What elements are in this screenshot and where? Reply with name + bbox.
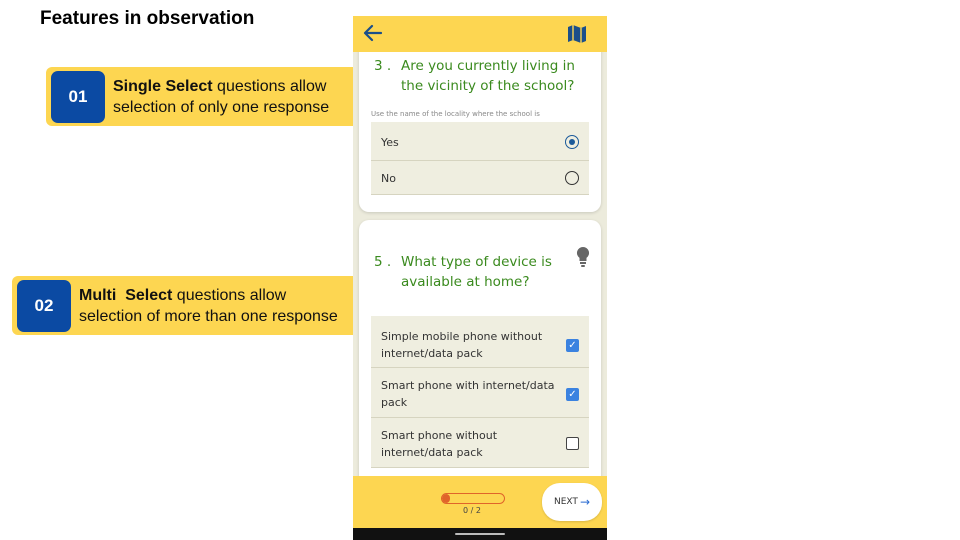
arrow-right-icon: → <box>579 495 590 509</box>
question-card-3: 3 . Are you currently living in the vici… <box>359 36 601 212</box>
option-yes[interactable]: Yes <box>371 122 589 161</box>
option-simple-mobile[interactable]: Simple mobile phone without internet/dat… <box>371 316 589 368</box>
option-label: Smart phone with internet/data pack <box>381 377 555 411</box>
option-smartphone-with-data[interactable]: Smart phone with internet/data pack ✓ <box>371 368 589 418</box>
question-text: What type of device is available at home… <box>401 252 552 292</box>
question-number: 3 . <box>374 58 392 74</box>
radio-selected[interactable] <box>565 135 579 149</box>
option-label-line2: pack <box>381 396 408 409</box>
home-gesture-pill[interactable] <box>455 533 505 535</box>
question-text-line2: available at home? <box>401 274 530 290</box>
option-label-line1: Simple mobile phone without <box>381 330 543 343</box>
option-no[interactable]: No <box>371 161 589 195</box>
checkbox-unchecked[interactable] <box>566 437 579 450</box>
next-button[interactable]: NEXT → <box>542 483 602 521</box>
callout-single-select: 01 Single Select questions allow selecti… <box>46 67 386 126</box>
next-label: NEXT <box>554 497 578 507</box>
radio-unselected[interactable] <box>565 171 579 185</box>
question-number: 5 . <box>374 254 392 270</box>
question-text-line1: What type of device is <box>401 254 552 270</box>
option-smartphone-without-data[interactable]: Smart phone without internet/data pack <box>371 418 589 468</box>
progress-fill <box>442 494 451 503</box>
question-text: Are you currently living in the vicinity… <box>401 56 575 96</box>
option-label: Yes <box>381 136 399 149</box>
option-label-line2: internet/data pack <box>381 446 483 459</box>
question-text-line2: the vicinity of the school? <box>401 78 575 94</box>
arrow-left-icon[interactable] <box>361 21 385 45</box>
option-label: No <box>381 172 396 185</box>
callout-text: Single Select questions allow selection … <box>113 76 329 118</box>
map-icon[interactable] <box>565 22 589 46</box>
slide-title: Features in observation <box>40 8 255 29</box>
question-card-5: 5 . What type of device is available at … <box>359 220 601 510</box>
callout-text: Multi Select questions allow selection o… <box>79 285 338 327</box>
single-select-options: Yes No <box>371 122 589 195</box>
progress-text: 0 / 2 <box>463 506 481 515</box>
callout-bold-term: Multi Select <box>79 287 173 304</box>
multi-select-options: Simple mobile phone without internet/dat… <box>371 316 589 468</box>
question-text-line1: Are you currently living in <box>401 58 575 74</box>
progress-bar <box>441 493 505 504</box>
system-nav-bar <box>353 528 607 540</box>
option-label-line1: Smart phone without <box>381 429 498 442</box>
callout-multi-select: 02 Multi Select questions allow selectio… <box>12 276 386 335</box>
callout-text-line1: questions allow <box>172 287 287 304</box>
option-label: Simple mobile phone without internet/dat… <box>381 328 542 362</box>
checkbox-checked[interactable]: ✓ <box>566 339 579 352</box>
phone-screen: 3 . Are you currently living in the vici… <box>353 16 607 540</box>
callout-number-badge: 01 <box>51 71 105 123</box>
callout-number-badge: 02 <box>17 280 71 332</box>
question-hint: Use the name of the locality where the s… <box>371 110 540 118</box>
option-label: Smart phone without internet/data pack <box>381 427 497 461</box>
lightbulb-icon[interactable] <box>575 246 591 268</box>
checkbox-checked[interactable]: ✓ <box>566 388 579 401</box>
callout-bold-term: Single Select <box>113 78 213 95</box>
callout-text-line1: questions allow <box>212 78 327 95</box>
option-label-line1: Smart phone with internet/data <box>381 379 555 392</box>
bottom-bar: 0 / 2 NEXT → <box>353 476 607 528</box>
app-bar <box>353 16 607 52</box>
option-label-line2: internet/data pack <box>381 347 483 360</box>
callout-text-line2: selection of more than one response <box>79 308 338 325</box>
callout-text-line2: selection of only one response <box>113 99 330 116</box>
